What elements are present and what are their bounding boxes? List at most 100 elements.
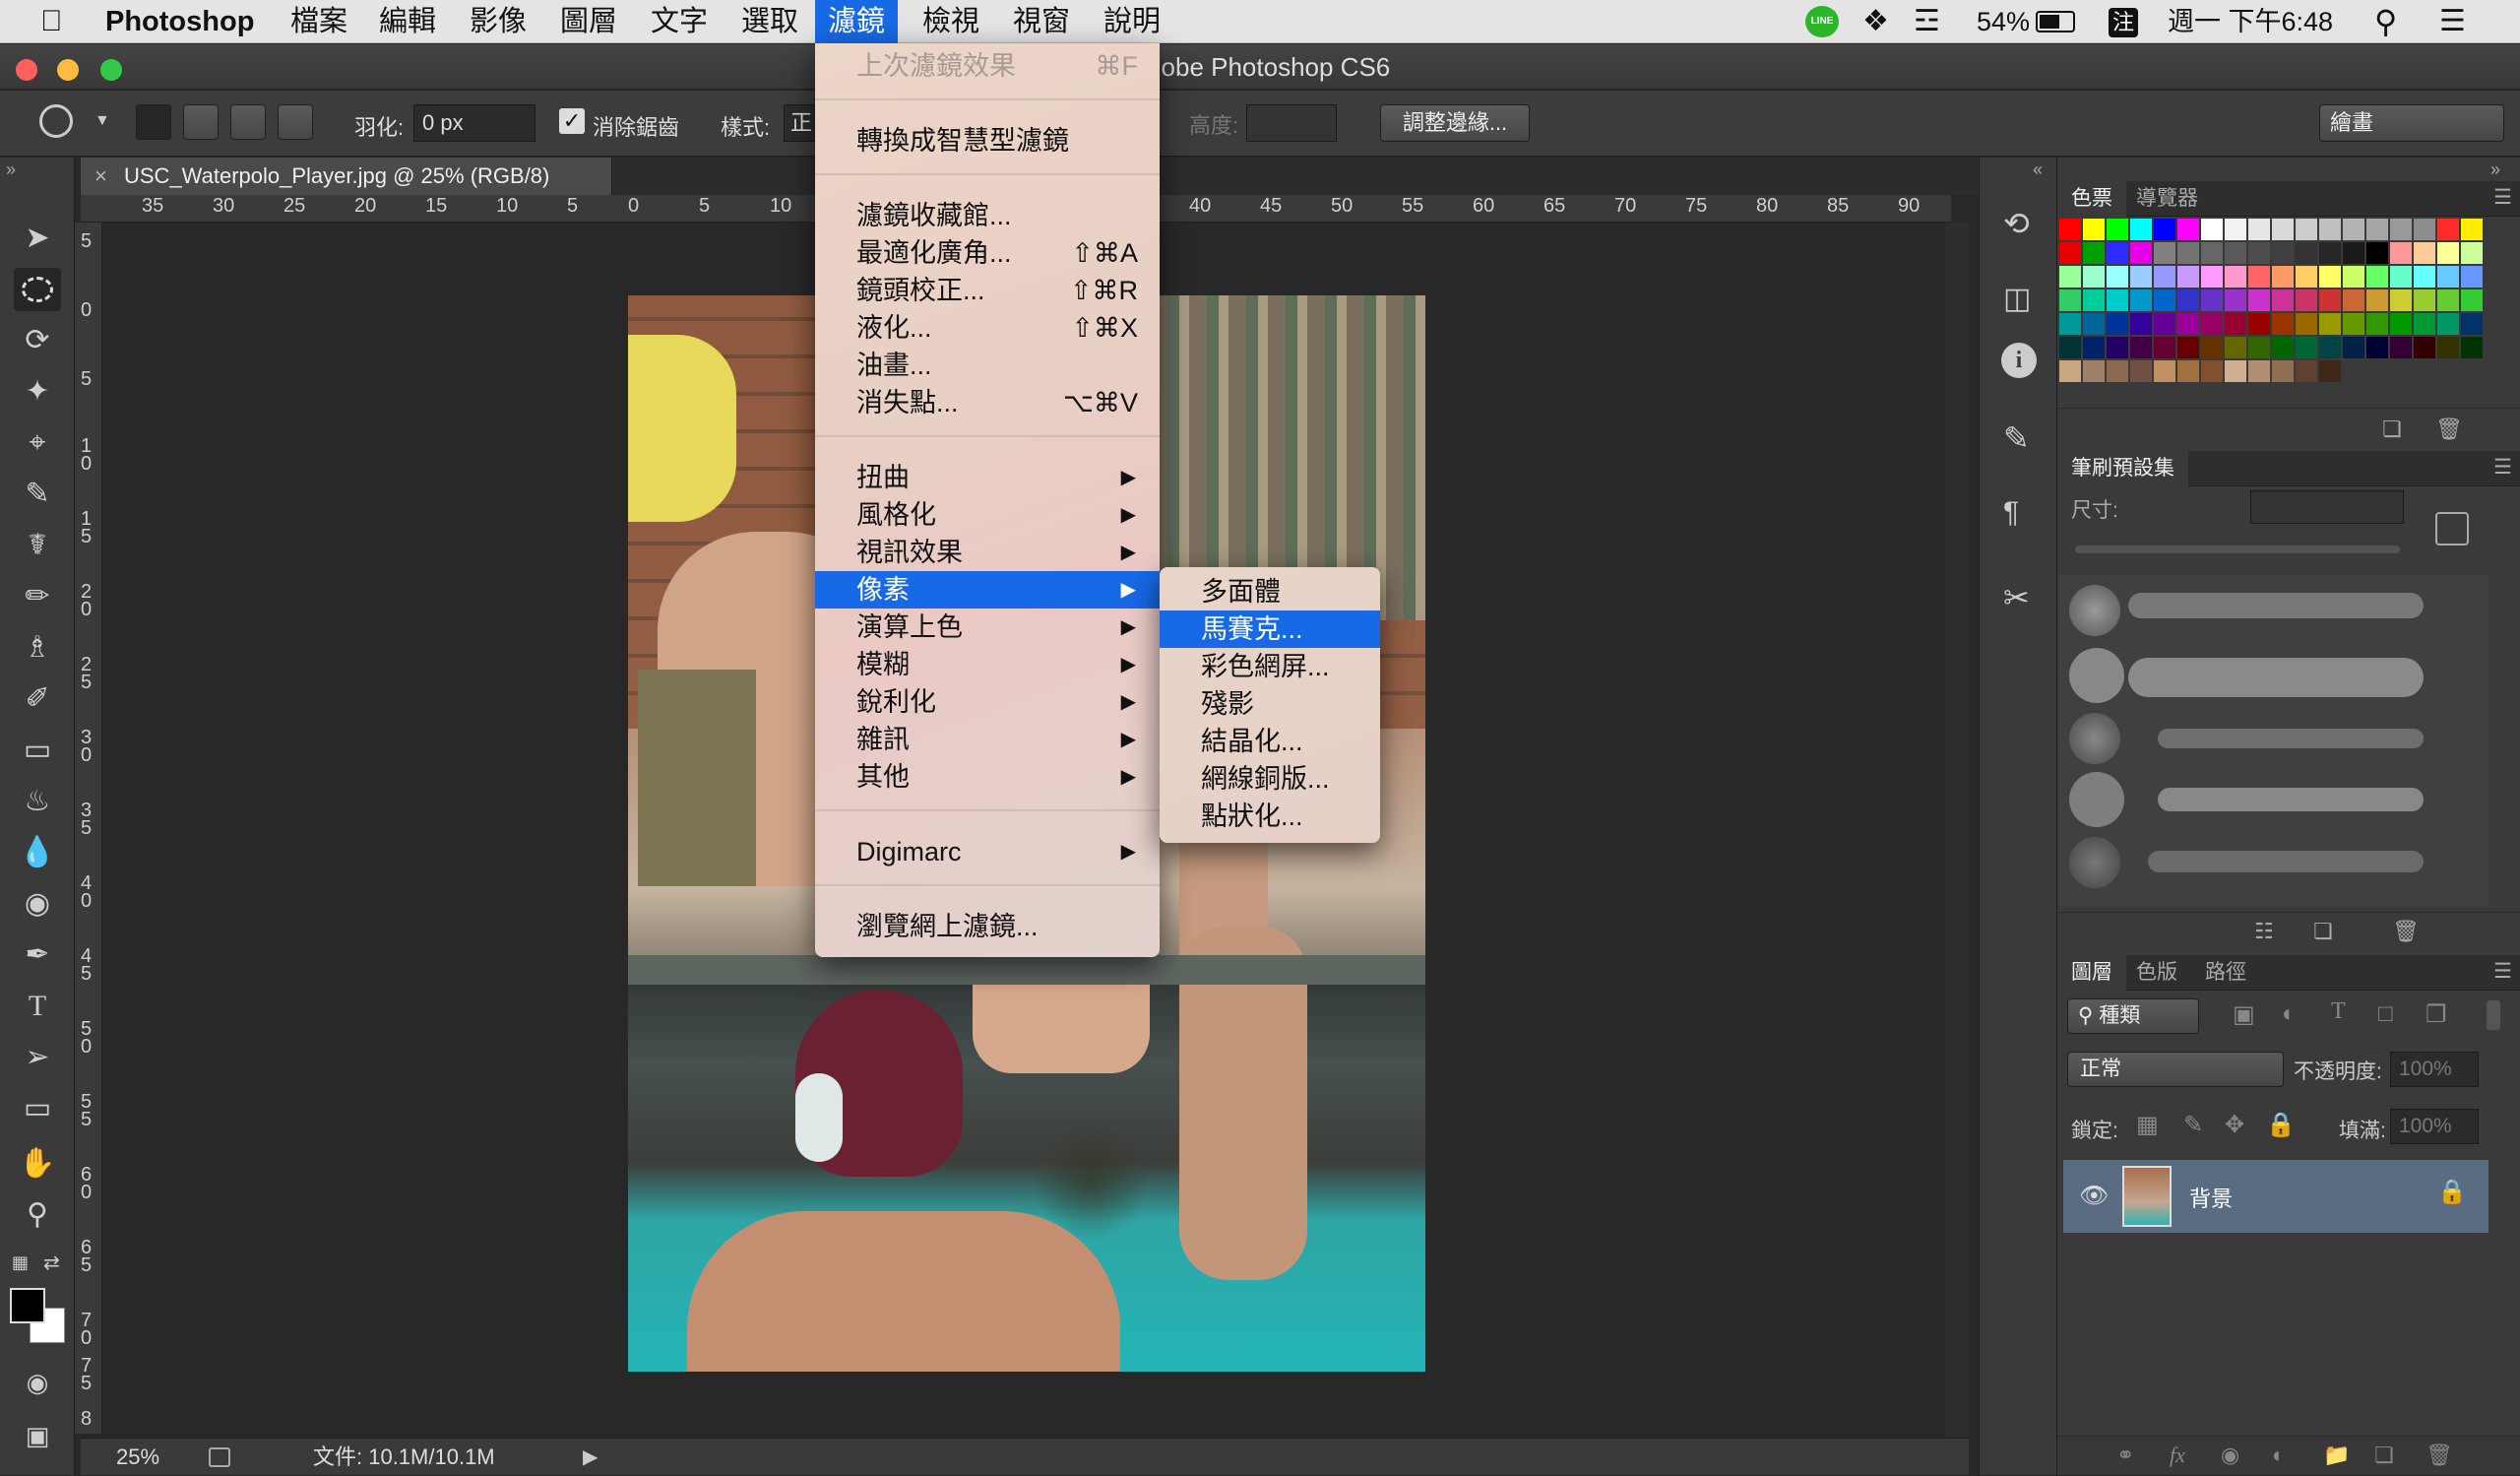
intersect-selection-icon[interactable] xyxy=(278,104,313,140)
menu-item-digimarc[interactable]: Digimarc ▶ xyxy=(815,833,1160,870)
color-swatch[interactable] xyxy=(2366,313,2388,335)
path-selection-tool-icon[interactable]: ➢ xyxy=(14,1036,61,1079)
panel-menu-icon[interactable]: ☰ xyxy=(2493,185,2512,210)
eyedropper-tool-icon[interactable]: ✎ xyxy=(14,473,61,516)
color-swatch[interactable] xyxy=(2083,289,2105,311)
color-swatch[interactable] xyxy=(2059,313,2081,335)
color-swatch[interactable] xyxy=(2130,289,2152,311)
battery-icon[interactable] xyxy=(2036,11,2075,32)
menu-item-filter-gallery[interactable]: 濾鏡收藏館... xyxy=(815,197,1160,234)
color-swatch[interactable] xyxy=(2083,337,2105,358)
zoom-window-button[interactable] xyxy=(100,59,122,81)
create-brush-icon[interactable] xyxy=(2435,512,2469,545)
menu-image[interactable]: 影像 xyxy=(457,0,539,43)
menu-select[interactable]: 選取 xyxy=(728,0,811,43)
input-method-icon[interactable]: 注 xyxy=(2109,8,2138,37)
menu-window[interactable]: 視窗 xyxy=(1000,0,1083,43)
menu-item-adaptive-wide-angle[interactable]: 最適化廣角... ⇧⌘A xyxy=(815,234,1160,272)
color-swatch[interactable] xyxy=(2461,219,2483,240)
color-swatch[interactable] xyxy=(2366,242,2388,264)
color-swatch[interactable] xyxy=(2390,219,2412,240)
color-swatch[interactable] xyxy=(2130,242,2152,264)
menu-help[interactable]: 說明 xyxy=(1091,0,1173,43)
brush-panel-icon[interactable]: ✎ xyxy=(2003,419,2030,457)
color-swatch[interactable] xyxy=(2177,360,2199,382)
menu-item-noise[interactable]: 雜訊 ▶ xyxy=(815,721,1160,758)
color-swatch[interactable] xyxy=(2461,289,2483,311)
color-swatch[interactable] xyxy=(2201,266,2223,288)
color-swatch[interactable] xyxy=(2083,313,2105,335)
color-swatch[interactable] xyxy=(2107,337,2128,358)
fill-input[interactable]: 100% xyxy=(2390,1109,2479,1144)
color-swatch[interactable] xyxy=(2059,242,2081,264)
color-swatch[interactable] xyxy=(2154,219,2175,240)
paragraph-panel-icon[interactable]: ¶ xyxy=(2003,496,2019,530)
feather-input[interactable]: 0 px xyxy=(413,104,536,142)
menu-item-browse-filters-online[interactable]: 瀏覽網上濾鏡... xyxy=(815,908,1160,945)
rectangle-tool-icon[interactable]: ▭ xyxy=(14,1087,61,1130)
menu-item-distort[interactable]: 扭曲 ▶ xyxy=(815,459,1160,496)
blur-tool-icon[interactable]: 💧 xyxy=(14,831,61,874)
paint-bucket-tool-icon[interactable]: ♨ xyxy=(14,780,61,823)
history-panel-icon[interactable]: ⟲ xyxy=(2003,205,2030,242)
status-menu-arrow-icon[interactable]: ▶ xyxy=(583,1439,598,1476)
color-swatch[interactable] xyxy=(2130,360,2152,382)
color-swatch[interactable] xyxy=(2107,313,2128,335)
menu-item-convert-smart-filters[interactable]: 轉換成智慧型濾鏡 xyxy=(815,122,1160,160)
layer-row[interactable]: 👁 背景 🔒 xyxy=(2063,1160,2488,1233)
dodge-tool-icon[interactable]: ◉ xyxy=(14,882,61,926)
pen-tool-icon[interactable]: ✒ xyxy=(14,933,61,977)
color-swatch[interactable] xyxy=(2296,219,2317,240)
menu-item-stylize[interactable]: 風格化 ▶ xyxy=(815,496,1160,534)
color-swatch[interactable] xyxy=(2390,313,2412,335)
color-swatch[interactable] xyxy=(2083,242,2105,264)
tab-brush-presets[interactable]: 筆刷預設集 xyxy=(2057,451,2188,486)
color-swatch[interactable] xyxy=(2107,242,2128,264)
submenu-item-mosaic[interactable]: 馬賽克... xyxy=(1160,610,1380,648)
lock-image-icon[interactable]: ✎ xyxy=(2183,1111,2203,1139)
color-swatch[interactable] xyxy=(2225,289,2246,311)
menu-type[interactable]: 文字 xyxy=(638,0,721,43)
collapse-panel-icon[interactable]: » xyxy=(6,160,16,180)
color-swatch[interactable] xyxy=(2201,242,2223,264)
color-swatch[interactable] xyxy=(2296,337,2317,358)
color-swatch[interactable] xyxy=(2225,313,2246,335)
menu-item-video[interactable]: 視訊效果 ▶ xyxy=(815,534,1160,571)
doc-info-icon[interactable] xyxy=(209,1447,230,1467)
info-panel-icon[interactable]: i xyxy=(2001,343,2037,378)
layer-name[interactable]: 背景 xyxy=(2189,1182,2233,1213)
new-swatch-icon[interactable]: ❏ xyxy=(2382,417,2402,442)
color-swatch[interactable] xyxy=(2461,313,2483,335)
color-swatch[interactable] xyxy=(2390,337,2412,358)
menu-file[interactable]: 檔案 xyxy=(278,0,360,43)
color-swatch[interactable] xyxy=(2319,313,2341,335)
color-swatch[interactable] xyxy=(2437,266,2459,288)
color-swatch[interactable] xyxy=(2343,289,2364,311)
menu-layer[interactable]: 圖層 xyxy=(547,0,630,43)
tool-presets-icon[interactable]: ✂ xyxy=(2003,579,2030,616)
spotlight-search-icon[interactable]: ⚲ xyxy=(2374,0,2397,43)
type-tool-icon[interactable]: T xyxy=(14,985,61,1028)
color-swatch[interactable] xyxy=(2130,337,2152,358)
color-swatch[interactable] xyxy=(2343,337,2364,358)
color-swatch[interactable] xyxy=(2366,289,2388,311)
refine-edge-button[interactable]: 調整邊緣... xyxy=(1380,104,1530,142)
opacity-input[interactable]: 100% xyxy=(2390,1052,2479,1087)
vertical-scrollbar[interactable] xyxy=(1945,223,1969,1438)
default-colors-icon[interactable]: ▦ xyxy=(12,1252,29,1273)
swap-colors-icon[interactable]: ⇄ xyxy=(43,1251,60,1275)
color-swatch[interactable] xyxy=(2414,219,2435,240)
color-swatch[interactable] xyxy=(2461,266,2483,288)
delete-preset-icon[interactable]: 🗑 xyxy=(2392,919,2420,944)
color-swatch[interactable] xyxy=(2319,360,2341,382)
color-swatch[interactable] xyxy=(2272,337,2294,358)
submenu-item-mezzotint[interactable]: 網線銅版... xyxy=(1160,760,1380,798)
layer-style-icon[interactable]: fx xyxy=(2170,1443,2185,1468)
menu-item-blur[interactable]: 模糊 ▶ xyxy=(815,646,1160,683)
submenu-item-facet[interactable]: 多面體 xyxy=(1160,573,1380,610)
color-swatch[interactable] xyxy=(2177,266,2199,288)
link-layers-icon[interactable]: ⚭ xyxy=(2116,1443,2134,1468)
color-swatch[interactable] xyxy=(2154,242,2175,264)
menu-item-render[interactable]: 演算上色 ▶ xyxy=(815,609,1160,646)
add-mask-icon[interactable]: ◉ xyxy=(2221,1443,2239,1468)
